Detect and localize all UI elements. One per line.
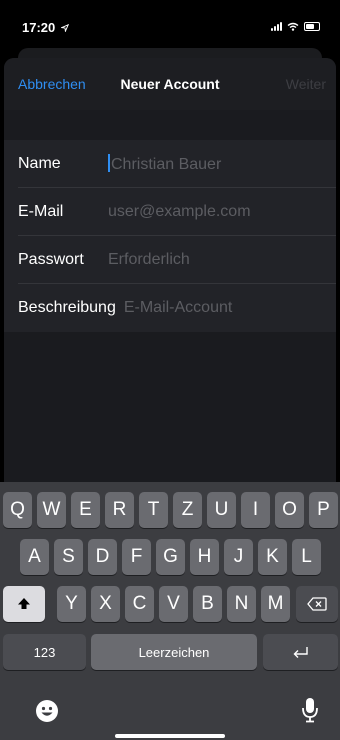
return-key[interactable]	[263, 634, 338, 670]
email-label: E-Mail	[18, 203, 64, 220]
status-bar: 17:20	[0, 0, 340, 44]
status-icons	[271, 22, 320, 31]
key[interactable]: M	[261, 586, 290, 622]
description-field[interactable]: Beschreibung E-Mail-Account	[4, 284, 336, 332]
password-label: Passwort	[18, 251, 84, 268]
password-field[interactable]: Passwort Erforderlich	[4, 236, 336, 284]
name-label: Name	[18, 155, 61, 172]
key[interactable]: R	[105, 492, 134, 528]
key[interactable]: Z	[173, 492, 202, 528]
key[interactable]: L	[292, 539, 321, 575]
key[interactable]: T	[139, 492, 168, 528]
key[interactable]: D	[88, 539, 117, 575]
key[interactable]: N	[227, 586, 256, 622]
name-input[interactable]: Christian Bauer	[108, 154, 221, 174]
delete-key[interactable]	[296, 586, 338, 622]
cellular-signal-icon	[271, 22, 282, 31]
status-time: 17:20	[22, 20, 70, 35]
keyboard: Q W E R T Z U I O P A S D F G H J K L Y …	[0, 482, 340, 740]
shift-icon	[18, 598, 30, 609]
key[interactable]: Y	[57, 586, 86, 622]
key[interactable]: K	[258, 539, 287, 575]
emoji-button[interactable]	[32, 696, 62, 726]
key[interactable]: C	[125, 586, 154, 622]
wifi-icon	[287, 22, 299, 31]
key[interactable]: H	[190, 539, 219, 575]
key[interactable]: S	[54, 539, 83, 575]
text-cursor	[108, 154, 110, 172]
microphone-icon	[302, 698, 318, 723]
numbers-key[interactable]: 123	[3, 634, 86, 670]
key[interactable]: A	[20, 539, 49, 575]
key[interactable]: O	[275, 492, 304, 528]
shift-key[interactable]	[3, 586, 45, 622]
navigation-bar: Abbrechen Neuer Account Weiter	[4, 58, 336, 110]
account-form: Name Christian Bauer E-Mail user@example…	[4, 140, 336, 332]
key[interactable]: I	[241, 492, 270, 528]
name-field[interactable]: Name Christian Bauer	[4, 140, 336, 188]
key[interactable]: W	[37, 492, 66, 528]
description-label: Beschreibung	[18, 299, 116, 316]
dictation-button[interactable]	[295, 694, 325, 726]
key[interactable]: V	[159, 586, 188, 622]
key[interactable]: G	[156, 539, 185, 575]
key[interactable]: P	[309, 492, 338, 528]
key[interactable]: J	[224, 539, 253, 575]
email-field[interactable]: E-Mail user@example.com	[4, 188, 336, 236]
email-input[interactable]: user@example.com	[108, 203, 251, 221]
key[interactable]: E	[71, 492, 100, 528]
home-indicator[interactable]	[115, 734, 225, 738]
password-input[interactable]: Erforderlich	[108, 251, 190, 269]
key[interactable]: U	[207, 492, 236, 528]
return-icon	[293, 647, 308, 658]
description-input[interactable]: E-Mail-Account	[124, 299, 232, 317]
next-button[interactable]: Weiter	[286, 76, 326, 92]
key[interactable]: Q	[3, 492, 32, 528]
backspace-icon	[307, 597, 327, 611]
key[interactable]: X	[91, 586, 120, 622]
space-key[interactable]: Leerzeichen	[91, 634, 257, 670]
key[interactable]: B	[193, 586, 222, 622]
location-arrow-icon	[59, 23, 70, 33]
key[interactable]: F	[122, 539, 151, 575]
battery-icon	[304, 22, 320, 31]
emoji-icon	[36, 700, 58, 722]
